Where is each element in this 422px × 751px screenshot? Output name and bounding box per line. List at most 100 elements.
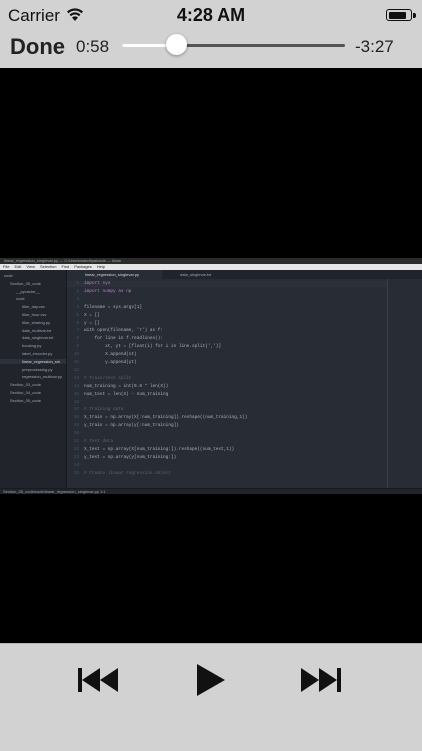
code-line: 12 xyxy=(67,368,387,374)
play-icon xyxy=(197,664,225,696)
line-number: 16 xyxy=(73,399,79,405)
code-line: 3 xyxy=(67,297,387,303)
line-number: 21 xyxy=(73,439,79,444)
code-line: 13 # Train/test split xyxy=(67,376,387,382)
code-line: 5 X = [] xyxy=(67,313,387,319)
fast-forward-button[interactable] xyxy=(298,662,348,698)
wrap-guide xyxy=(387,279,388,488)
code-text: import numpy as np xyxy=(84,288,132,294)
code-line: 15 num_test = len(X) - num_training xyxy=(67,392,387,398)
code-line: 22 X_test = np.array(X[num_training:]).re… xyxy=(67,447,387,453)
rewind-icon xyxy=(78,668,118,692)
line-number: 4 xyxy=(76,304,79,310)
file-tree-item: regression_multivar.py xyxy=(22,374,63,380)
line-number: 10 xyxy=(73,352,79,358)
file-tree-item: Section_03_code xyxy=(10,382,41,388)
editor-tab: data_singlevar.txt xyxy=(180,272,212,277)
code-text: # Test data xyxy=(84,439,113,444)
code-text: # Create linear regression object xyxy=(84,470,171,476)
line-number: 14 xyxy=(73,383,79,389)
line-number: 23 xyxy=(73,454,79,460)
file-tree-item: Section_05_code xyxy=(10,280,41,286)
file-tree-item: bike_sharing.py xyxy=(22,319,51,325)
line-number: 3 xyxy=(76,296,79,302)
code-line: 2 import numpy as np xyxy=(67,289,387,295)
code-line: 6 y = [] xyxy=(67,321,387,327)
code-text: X.append(xt) xyxy=(84,352,137,358)
scrubber-track[interactable] xyxy=(122,34,345,55)
code-text: y_train = np.array(y[:num_training]) xyxy=(84,423,179,429)
done-button[interactable]: Done xyxy=(10,34,65,60)
file-tree-item: code xyxy=(4,273,13,278)
code-line: 24 xyxy=(67,463,387,469)
editor-tab: linear_regression_singlevar.py xyxy=(67,270,162,279)
code-line: 8 for line in f.readlines(): xyxy=(67,336,387,342)
code-text: y_test = np.array(y[num_training:]) xyxy=(84,454,177,460)
code-line: 7 with open(filename, 'r') as f: xyxy=(67,328,387,334)
editor-menu-item: Packages xyxy=(74,264,92,269)
editor-file-tree: code Section_05_code __pycache__ code bike_d… xyxy=(0,270,67,488)
file-tree-item: housing.py xyxy=(22,343,42,349)
player-toolbar: Done 0:58 -3:27 xyxy=(0,32,422,69)
file-tree-item: linear_regression_sin xyxy=(0,358,66,364)
code-text: xt, yt = [float(i) for i in line.split('… xyxy=(84,344,222,350)
editor-menu-item: Help xyxy=(96,264,106,269)
file-tree-item: label_encoder.py xyxy=(22,351,53,356)
editor-menu-item: File xyxy=(3,264,10,269)
line-number: 15 xyxy=(73,391,79,397)
line-number: 8 xyxy=(76,336,79,342)
file-tree-item: bike_hour.csv xyxy=(22,312,47,317)
code-line: 25 # Create linear regression object xyxy=(67,471,387,477)
code-line: 10 X.append(xt) xyxy=(67,352,387,358)
file-tree-item: data_multivar.txt xyxy=(22,327,52,333)
line-number: 11 xyxy=(73,360,79,365)
elapsed-time: 0:58 xyxy=(76,37,110,56)
code-line: 20 xyxy=(67,431,387,437)
file-tree-item: Section_05_code xyxy=(10,397,41,403)
editor-status-bar: Section_05_code\code\linear_regression_s… xyxy=(0,488,422,494)
code-line: 9 xt, yt = [float(i) for i in line.split… xyxy=(67,344,387,350)
code-text: filename = sys.argv[1] xyxy=(84,304,142,310)
editor-menu-item: Selection xyxy=(39,264,57,269)
code-line: 4 filename = sys.argv[1] xyxy=(67,305,387,311)
code-text: with open(filename, 'r') as f: xyxy=(84,328,164,334)
status-bar: Carrier 4:28 AM xyxy=(0,0,422,32)
code-text: y.append(yt) xyxy=(84,360,137,365)
code-line: 21 # Test data xyxy=(67,439,387,445)
code-line: 17 # Training data xyxy=(67,407,387,413)
line-number: 18 xyxy=(73,415,79,421)
rewind-button[interactable] xyxy=(75,662,125,698)
file-tree-item: data_singlevar.txt xyxy=(22,335,54,341)
line-number: 25 xyxy=(73,470,79,476)
line-number: 19 xyxy=(73,423,79,429)
code-text: # Training data xyxy=(84,407,124,413)
code-text: X_train = np.array(X[:num_training]).res… xyxy=(84,415,248,421)
line-number: 7 xyxy=(76,328,79,334)
code-text: X = [] xyxy=(84,312,100,318)
file-tree-item: code xyxy=(16,296,25,302)
code-line: 23 y_test = np.array(y[num_training:]) xyxy=(67,455,387,461)
line-number: 12 xyxy=(73,367,79,373)
play-button[interactable] xyxy=(186,662,236,698)
code-line: 14 num_training = int(0.8 * len(X)) xyxy=(67,384,387,390)
code-text: # Train/test split xyxy=(84,375,132,381)
battery-icon xyxy=(386,9,412,21)
code-text: num_training = int(0.8 * len(X)) xyxy=(84,383,169,389)
code-text: y = [] xyxy=(84,320,100,326)
code-text: num_test = len(X) - num_training xyxy=(84,391,169,397)
code-line: 16 xyxy=(67,400,387,406)
file-tree-item: preprocessing.py xyxy=(22,366,53,372)
editor-tab-bar: linear_regression_singlevar.py data_singl… xyxy=(67,270,422,279)
code-line: 1 import sys xyxy=(67,281,387,287)
file-tree-item: bike_day.csv xyxy=(22,304,45,310)
line-number: 20 xyxy=(73,431,79,437)
line-number: 2 xyxy=(76,288,79,294)
line-number: 24 xyxy=(73,462,79,468)
battery-tip xyxy=(413,13,416,18)
line-number: 1 xyxy=(76,281,79,286)
editor-menu-item: Find xyxy=(61,264,70,269)
scrubber-thumb[interactable] xyxy=(165,34,187,55)
code-line: 19 y_train = np.array(y[:num_training]) xyxy=(67,423,387,429)
editor-menu-item: View xyxy=(26,264,35,269)
video-content-editor: linear_regression_singlevar.py — C:\User… xyxy=(0,258,422,494)
